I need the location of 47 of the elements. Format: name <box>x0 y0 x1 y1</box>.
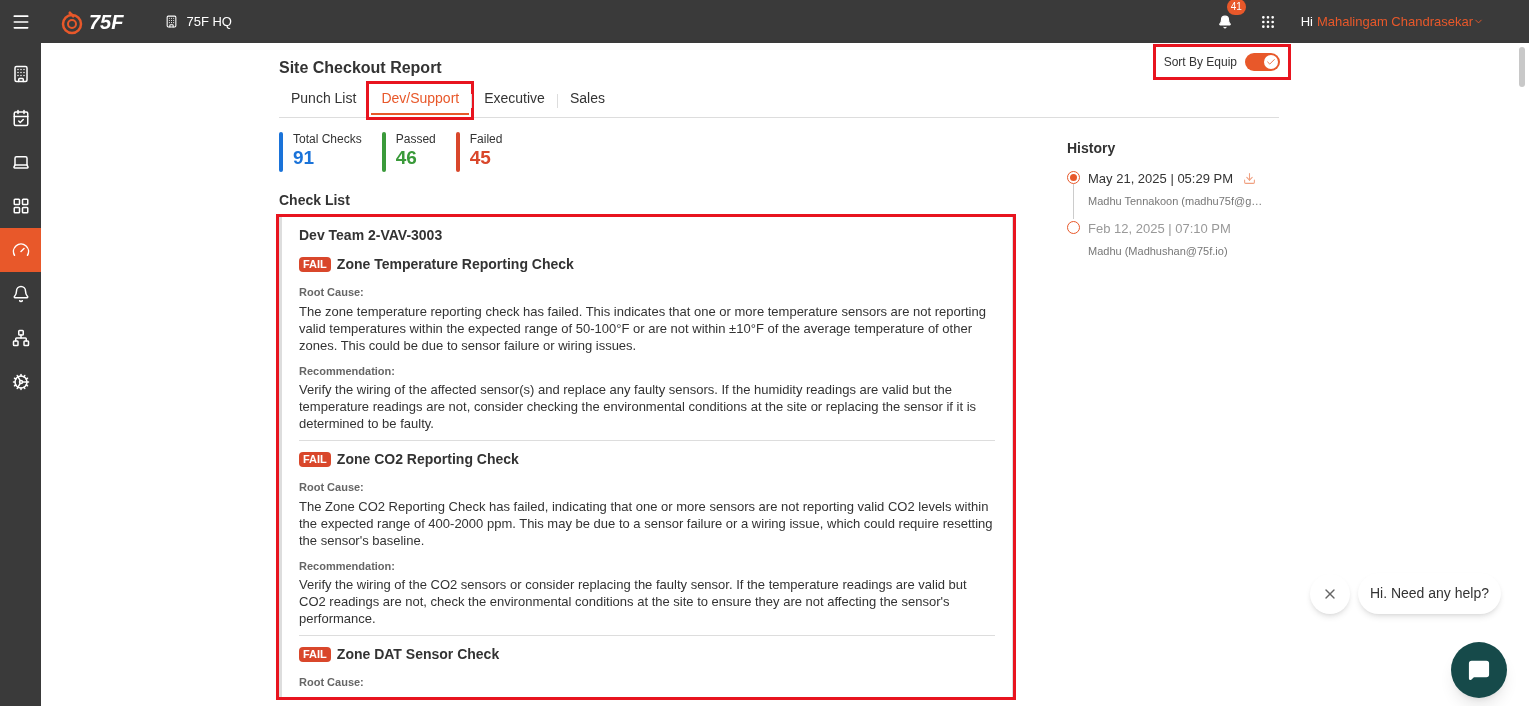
scrollbar[interactable] <box>1519 47 1525 87</box>
tab[interactable]: Dev/Support <box>371 86 470 115</box>
field-label: Root Cause: <box>299 675 365 690</box>
stat-label: Passed <box>395 132 436 146</box>
check-name: Zone DAT Sensor Check <box>336 645 500 664</box>
logo-icon <box>59 8 85 35</box>
stat-value: 45 <box>469 146 492 170</box>
stat-value: 46 <box>395 146 418 170</box>
root-cause-text: The zone temperature reporting check has failed. This indicates that one or more temperature sensors are not reporting valid temperatures within the expected range of 50-100°F or are not within ±10°F of the average temperature of other zones. This could be due to sensor failure or wiring issues. <box>299 302 987 354</box>
chat-greeting: Hi. Need any help? <box>1357 573 1501 614</box>
tab[interactable]: Punch List <box>281 86 367 115</box>
report-title: Site Checkout Report <box>279 58 442 78</box>
check-name: Zone CO2 Reporting Check <box>336 450 519 469</box>
fail-badge: FAIL <box>299 257 331 272</box>
recommendation-text: Verify the wiring of the affected sensor(s) and replace any faulty sensors. If the humidity readings are valid but the temperature readings are not, consider checking the environmental conditions at the site or replacing the sensor if it is determined to be faulty. <box>299 381 978 432</box>
history-user: Madhu Tennakoon (madhu75f@g… <box>1088 193 1263 209</box>
field-label: Root Cause: <box>299 285 365 300</box>
equipment-name: Dev Team 2-VAV-3003 <box>299 226 444 245</box>
section-title: Check List <box>279 191 351 210</box>
field-label: Recommendation: <box>299 363 396 379</box>
fail-badge: FAIL <box>299 647 331 662</box>
stat-label: Total Checks <box>293 132 362 146</box>
site-name[interactable]: 75F HQ <box>186 11 232 32</box>
field-label: Root Cause: <box>299 480 365 495</box>
chat-bubble-icon <box>1468 659 1490 681</box>
field-label: Recommendation: <box>299 558 396 574</box>
sort-toggle[interactable] <box>1245 53 1280 71</box>
tab[interactable]: Executive <box>474 86 555 115</box>
history-user: Madhu (Madhushan@75f.io) <box>1088 243 1229 259</box>
greeting: Hi <box>1300 12 1313 31</box>
history-date[interactable]: May 21, 2025 | 05:29 PM <box>1088 169 1234 189</box>
recommendation-text: Verify the wiring of the CO2 sensors or consider replacing the faulty sensor. If the temperature readings are valid but CO2 readings are not, check the environmental conditions at the site to ensure they are not affecting the sensor's performance. <box>299 576 968 627</box>
check-icon <box>1266 57 1276 67</box>
notification-count: 41 <box>1226 0 1246 15</box>
stat-label: Failed <box>469 132 503 146</box>
stat-value: 91 <box>293 146 316 170</box>
notifications-button[interactable] <box>1217 14 1232 29</box>
apps-grid-icon[interactable] <box>1259 13 1276 30</box>
history-title: History <box>1067 139 1117 158</box>
toggle-label: Sort By Equip <box>1163 54 1237 71</box>
fail-badge: FAIL <box>299 452 331 467</box>
check-name: Zone Temperature Reporting Check <box>336 255 574 274</box>
root-cause-text: The Zone CO2 Reporting Check has failed, indicating that one or more sensors are not reporting valid CO2 levels within the expected range of 400-2000 ppm. This may be due to a sensor failure or a wiring issue, which could require resetting the sensor's baseline. <box>299 497 994 549</box>
chat-button[interactable] <box>1451 642 1507 698</box>
tab[interactable]: Sales <box>559 86 615 115</box>
logo-text: 75F <box>89 9 124 35</box>
building-icon <box>165 15 179 28</box>
